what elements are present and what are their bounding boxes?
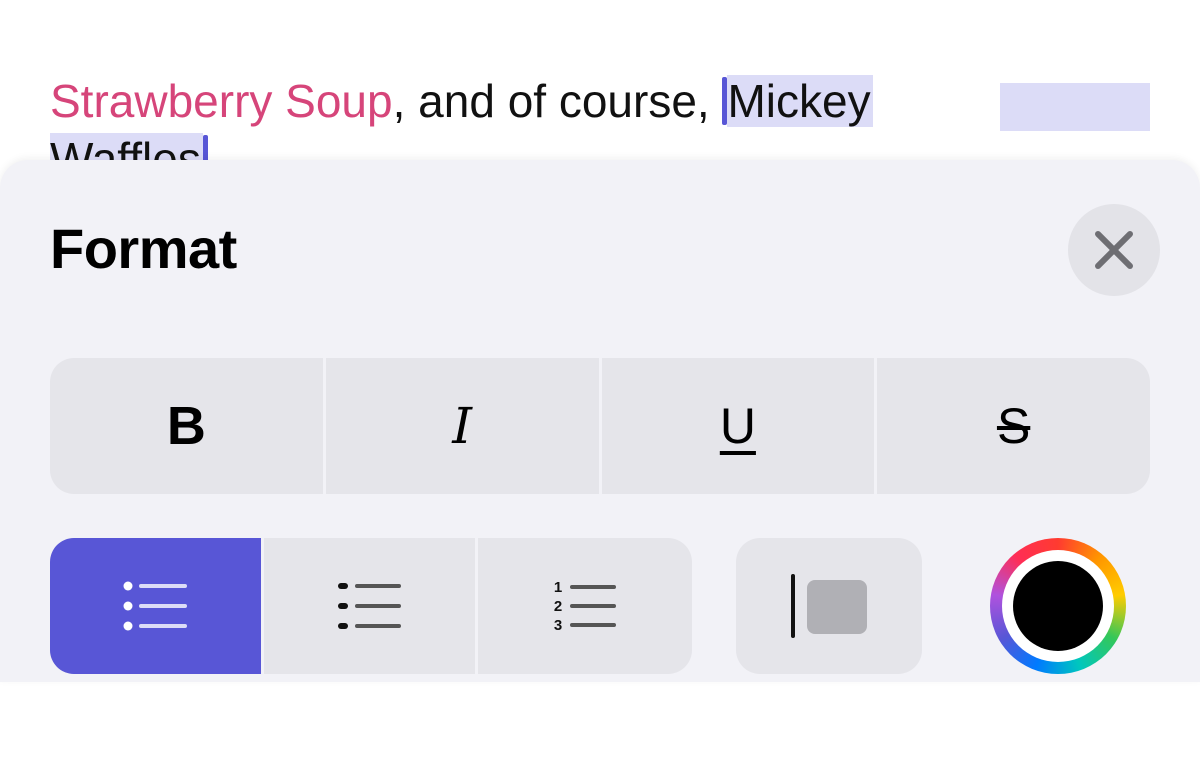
close-button[interactable] bbox=[1068, 204, 1160, 296]
note-link[interactable]: Strawberry Soup bbox=[50, 75, 393, 127]
block-quote-button[interactable] bbox=[736, 538, 922, 674]
format-sheet: Format B I U S 1 2 3 bbox=[0, 160, 1200, 682]
text-style-group: B I U S bbox=[50, 358, 1150, 494]
list-number-2: 2 bbox=[554, 598, 562, 615]
bulleted-list-icon bbox=[123, 581, 187, 631]
dashed-list-button[interactable] bbox=[264, 538, 478, 674]
sheet-title: Format bbox=[50, 217, 237, 280]
list-style-group: 1 2 3 bbox=[50, 538, 692, 674]
underline-icon: U bbox=[719, 398, 756, 454]
close-icon bbox=[1095, 231, 1133, 269]
note-text-line1[interactable]: Strawberry Soup, and of course, Mickey bbox=[50, 72, 1160, 130]
list-number-3: 3 bbox=[554, 617, 562, 633]
text-color-button[interactable] bbox=[990, 538, 1126, 674]
italic-icon: I bbox=[452, 397, 472, 455]
numbered-list-icon: 1 2 3 bbox=[554, 579, 616, 633]
dashed-list-icon bbox=[337, 583, 401, 629]
bold-button[interactable]: B bbox=[50, 358, 326, 494]
note-middle-text: , and of course, bbox=[392, 75, 723, 127]
block-quote-icon bbox=[791, 574, 867, 638]
numbered-list-button[interactable]: 1 2 3 bbox=[478, 538, 692, 674]
italic-button[interactable]: I bbox=[326, 358, 602, 494]
selected-text-line1[interactable]: Mickey bbox=[727, 75, 873, 127]
strikethrough-button[interactable]: S bbox=[877, 358, 1150, 494]
underline-button[interactable]: U bbox=[602, 358, 878, 494]
bold-icon: B bbox=[166, 396, 206, 456]
list-number-1: 1 bbox=[554, 579, 562, 596]
color-ring bbox=[1002, 550, 1114, 662]
bulleted-list-button[interactable] bbox=[50, 538, 264, 674]
text-color-swatch bbox=[1013, 561, 1103, 651]
strikethrough-icon: S bbox=[996, 398, 1031, 454]
